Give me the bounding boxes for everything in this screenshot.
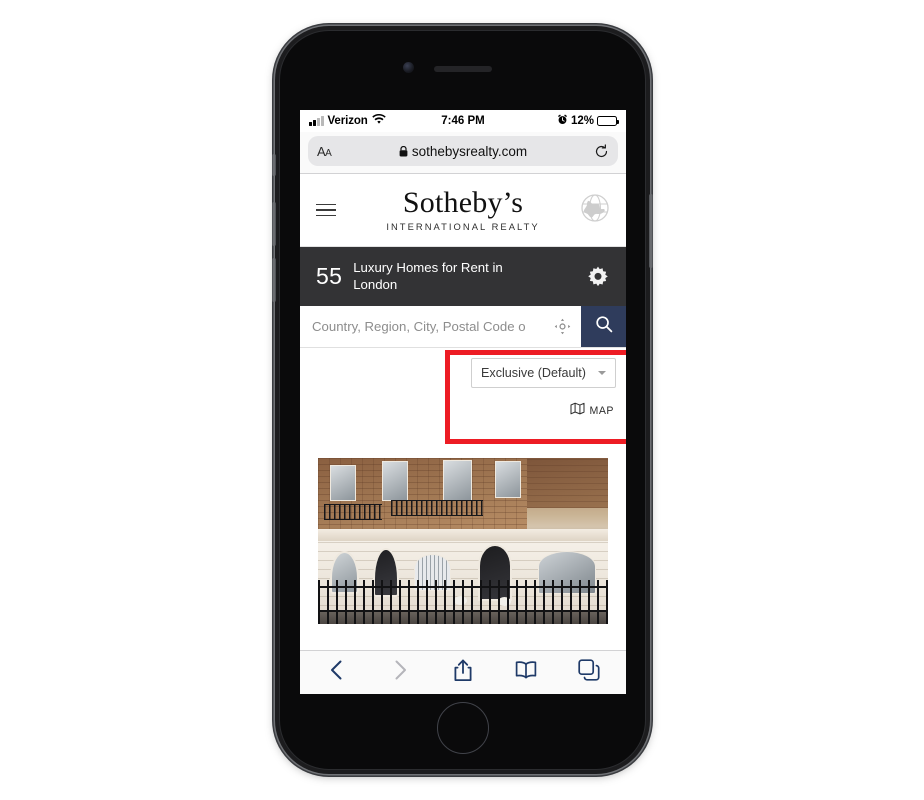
site-header: Sotheby’s INTERNATIONAL REALTY bbox=[300, 174, 626, 247]
search-button[interactable] bbox=[581, 306, 626, 347]
forward-button[interactable] bbox=[378, 653, 422, 693]
share-icon bbox=[453, 659, 473, 687]
volume-down-button[interactable] bbox=[272, 258, 276, 302]
results-count: 55 bbox=[316, 263, 343, 289]
ios-status-bar: Verizon 7:46 PM 12% bbox=[300, 110, 626, 132]
property-listing-image[interactable] bbox=[318, 458, 608, 624]
share-button[interactable] bbox=[441, 653, 485, 693]
globe-icon[interactable] bbox=[580, 193, 610, 228]
search-input-wrap bbox=[300, 306, 581, 347]
phone-screen: Verizon 7:46 PM 12% AA sothebysrealty.co… bbox=[300, 110, 626, 694]
tabs-button[interactable] bbox=[567, 653, 611, 693]
chevron-left-icon bbox=[327, 659, 347, 686]
results-title: Luxury Homes for Rent in London bbox=[353, 259, 503, 292]
text-size-button[interactable]: AA bbox=[317, 144, 332, 159]
sort-dropdown[interactable]: Exclusive (Default) bbox=[471, 358, 616, 388]
brand-name: Sotheby’s bbox=[402, 185, 524, 219]
map-toggle-label: MAP bbox=[589, 405, 614, 417]
chevron-down-icon bbox=[598, 371, 606, 375]
filter-controls: Exclusive (Default) MAP bbox=[471, 358, 616, 420]
chevron-right-icon bbox=[390, 659, 410, 686]
wifi-icon bbox=[372, 113, 386, 128]
back-button[interactable] bbox=[315, 653, 359, 693]
brand-tagline: INTERNATIONAL REALTY bbox=[386, 221, 540, 233]
home-button[interactable] bbox=[436, 702, 489, 754]
battery-percent-label: 12% bbox=[570, 115, 594, 127]
brand-logo: Sotheby’s INTERNATIONAL REALTY bbox=[300, 185, 626, 233]
sort-dropdown-label: Exclusive (Default) bbox=[481, 366, 586, 380]
text-size-small-a: A bbox=[325, 147, 332, 159]
tabs-icon bbox=[577, 659, 600, 686]
hamburger-menu-icon[interactable] bbox=[316, 203, 336, 217]
map-icon bbox=[570, 402, 585, 420]
url-field[interactable]: AA sothebysrealty.com bbox=[308, 136, 618, 166]
results-bar: 55 Luxury Homes for Rent in London bbox=[300, 247, 626, 306]
carrier-label: Verizon bbox=[327, 115, 368, 127]
phone-device: Verizon 7:46 PM 12% AA sothebysrealty.co… bbox=[272, 26, 653, 774]
power-button[interactable] bbox=[649, 194, 653, 268]
url-text: sothebysrealty.com bbox=[411, 143, 528, 159]
book-icon bbox=[515, 660, 537, 685]
earpiece-speaker bbox=[433, 66, 492, 72]
search-icon bbox=[595, 315, 613, 338]
status-bar-left: Verizon bbox=[309, 113, 441, 128]
safari-toolbar bbox=[300, 650, 626, 694]
crosshair-icon[interactable] bbox=[544, 318, 581, 335]
search-row bbox=[300, 306, 626, 348]
bookmarks-button[interactable] bbox=[504, 653, 548, 693]
front-camera bbox=[402, 62, 414, 73]
gear-icon[interactable] bbox=[586, 265, 610, 289]
filter-row: Exclusive (Default) MAP bbox=[300, 348, 626, 458]
lock-icon bbox=[399, 145, 408, 157]
volume-up-button[interactable] bbox=[272, 202, 276, 246]
map-toggle-button[interactable]: MAP bbox=[570, 402, 614, 420]
battery-icon bbox=[597, 116, 619, 126]
safari-url-bar: AA sothebysrealty.com bbox=[300, 132, 626, 174]
reload-icon[interactable] bbox=[594, 143, 609, 159]
status-bar-time: 7:46 PM bbox=[441, 115, 485, 127]
status-bar-right: 12% bbox=[485, 114, 619, 128]
url-display: sothebysrealty.com bbox=[308, 144, 618, 159]
alarm-clock-icon bbox=[557, 114, 568, 128]
silent-switch[interactable] bbox=[272, 154, 276, 176]
signal-bars-icon bbox=[309, 116, 324, 126]
search-input[interactable] bbox=[312, 319, 544, 334]
